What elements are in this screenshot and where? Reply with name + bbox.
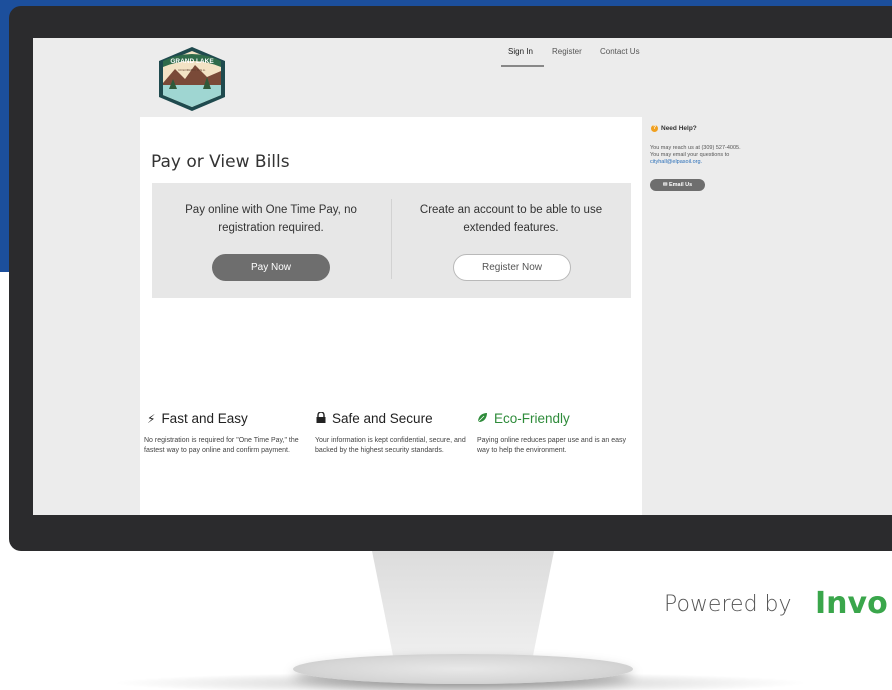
need-help-label: Need Help? — [661, 125, 697, 133]
svg-text:GRAND LAKE: GRAND LAKE — [170, 58, 214, 65]
lightning-icon: ⚡︎ — [147, 412, 156, 426]
feature-eco-title: Eco-Friendly — [477, 411, 570, 426]
panel-divider — [391, 199, 392, 279]
email-us-label: Email Us — [668, 182, 693, 188]
nav-active-underline — [501, 65, 544, 67]
svg-text:COLORADO, U.S.A.: COLORADO, U.S.A. — [178, 68, 206, 72]
brand-logo-text: Invo — [815, 586, 888, 621]
monitor-screen: GRAND LAKE COLORADO, U.S.A. Sign In Regi… — [33, 38, 892, 515]
feature-secure-label: Safe and Secure — [332, 411, 433, 426]
help-icon: ? — [651, 125, 658, 132]
nav-contact-us[interactable]: Contact Us — [600, 47, 640, 56]
feature-fast-label: Fast and Easy — [161, 411, 248, 426]
grand-lake-logo[interactable]: GRAND LAKE COLORADO, U.S.A. — [155, 45, 229, 113]
help-phone-line: You may reach us at (309) 527-4005. — [650, 145, 741, 151]
lock-icon — [316, 411, 326, 426]
one-time-pay-text: Pay online with One Time Pay, no registr… — [185, 204, 357, 234]
monitor-base — [293, 654, 633, 684]
feature-secure-text: Your information is kept confidential, s… — [315, 437, 466, 454]
page-title: Pay or View Bills — [151, 152, 290, 172]
pay-now-button[interactable]: Pay Now — [212, 254, 330, 281]
need-help-title: ? Need Help? — [651, 125, 697, 132]
feature-eco-text: Paying online reduces paper use and is a… — [477, 437, 627, 454]
leaf-icon — [477, 412, 488, 426]
feature-secure-title: Safe and Secure — [316, 411, 433, 426]
feature-eco-label: Eco-Friendly — [494, 411, 570, 426]
register-now-button[interactable]: Register Now — [453, 254, 571, 281]
nav-register[interactable]: Register — [552, 47, 582, 56]
help-text: You may reach us at (309) 527-4005. You … — [650, 145, 741, 166]
feature-fast-text: No registration is required for "One Tim… — [144, 437, 299, 454]
help-email-link[interactable]: cityhall@elpasoil.org. — [650, 159, 741, 166]
register-text: Create an account to be able to use exte… — [419, 204, 603, 234]
help-email-line: You may email your questions to — [650, 152, 730, 158]
feature-fast-title: ⚡︎ Fast and Easy — [147, 411, 248, 426]
email-us-button[interactable]: ✉ Email Us — [650, 179, 705, 191]
nav-sign-in[interactable]: Sign In — [508, 47, 533, 56]
powered-by-text: Powered by — [664, 592, 792, 617]
monitor-stand — [372, 551, 554, 669]
